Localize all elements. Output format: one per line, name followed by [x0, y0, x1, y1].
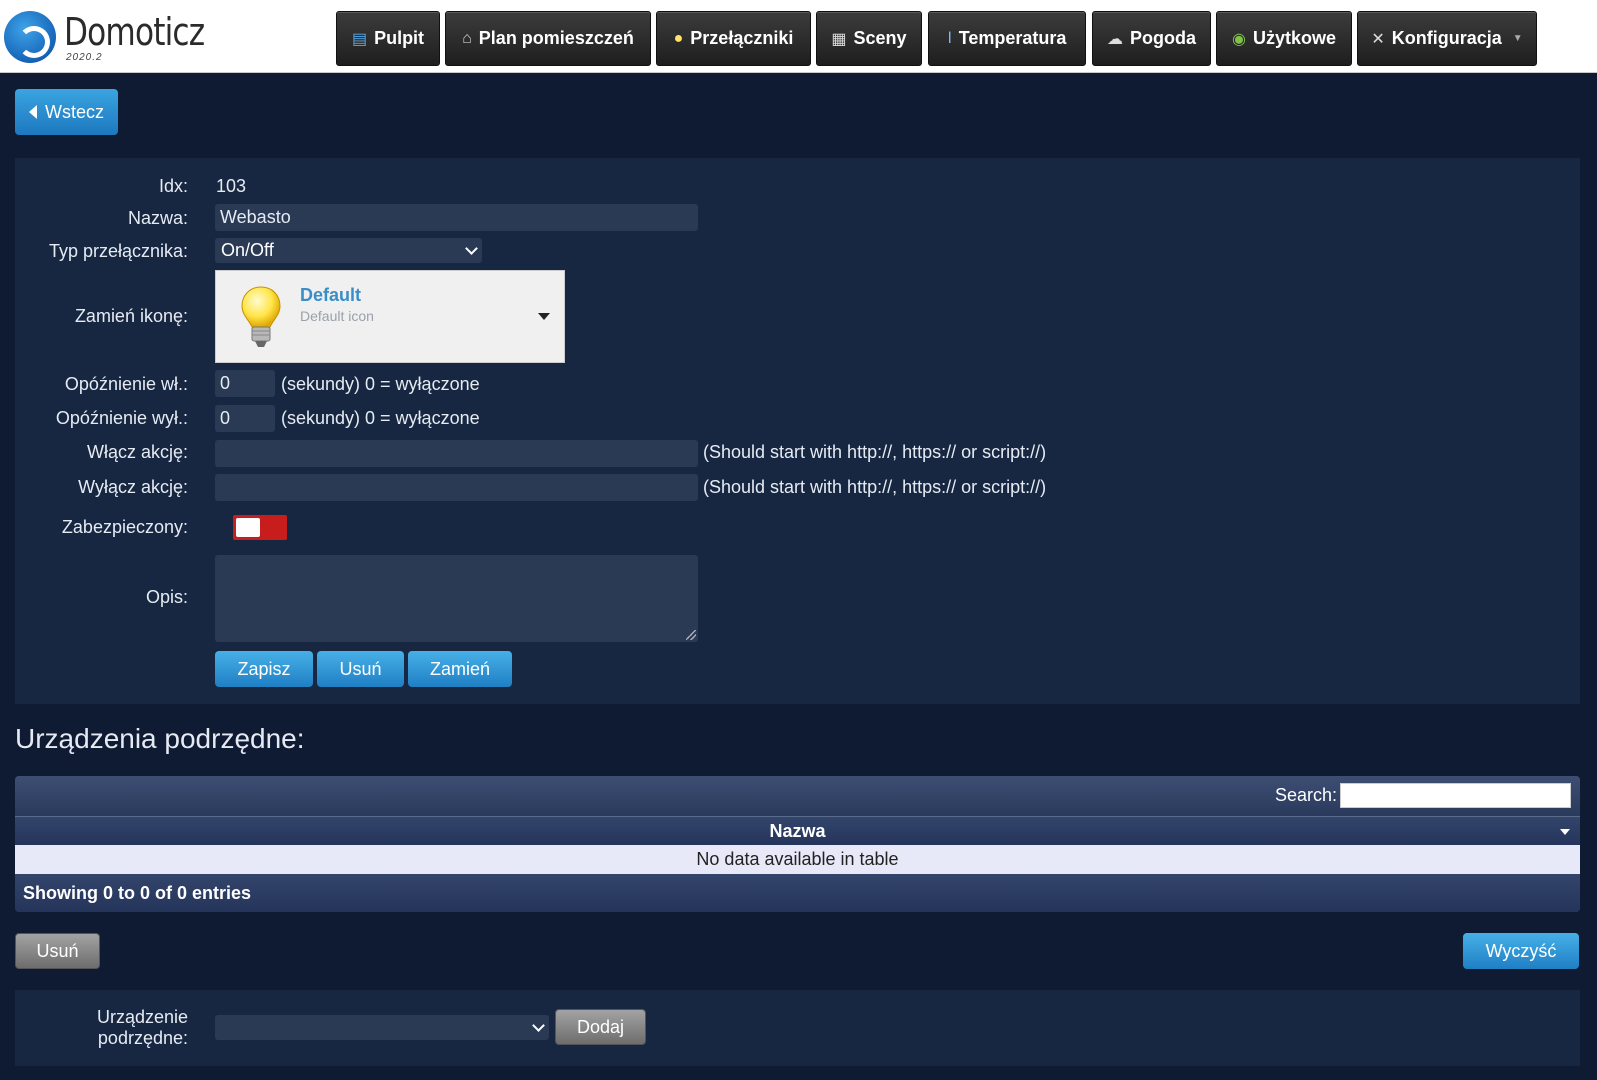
- on-delay-label: Opóźnienie wł.:: [64, 374, 188, 394]
- nav-label: Przełączniki: [690, 28, 794, 48]
- resize-handle-icon[interactable]: [686, 630, 696, 640]
- subdevice-label: Urządzenie podrzędne:: [97, 1007, 188, 1049]
- thermometer-icon: ǀ: [947, 29, 952, 47]
- clear-button[interactable]: Wyczyść: [1463, 933, 1579, 969]
- nav-label: Temperatura: [958, 28, 1067, 48]
- subdevices-table: Search: Nazwa No data available in table…: [15, 776, 1580, 912]
- nav-temperature[interactable]: ǀ Temperatura: [928, 11, 1086, 66]
- nav-label: Użytkowe: [1252, 28, 1336, 48]
- icon-picker[interactable]: Default Default icon: [215, 270, 565, 363]
- switch-type-label: Typ przełącznika:: [48, 241, 188, 261]
- idx-value: 103: [216, 176, 247, 196]
- on-action-label: Włącz akcję:: [86, 442, 188, 462]
- search-label: Search:: [1274, 785, 1337, 805]
- search-input[interactable]: [1340, 783, 1571, 808]
- app-name: Domoticz: [64, 10, 205, 54]
- replace-button[interactable]: Zamień: [408, 651, 512, 687]
- tools-icon: ✕: [1371, 30, 1385, 48]
- nav-label: Pogoda: [1130, 28, 1196, 48]
- nav-configuration[interactable]: ✕ Konfiguracja ▼: [1357, 11, 1537, 66]
- table-toolbar: Search:: [15, 776, 1580, 816]
- switch-type-value: On/Off: [221, 240, 274, 260]
- back-label: Wstecz: [44, 101, 104, 122]
- dashboard-icon: ▤: [351, 30, 368, 48]
- top-header: Domoticz 2020.2 ▤ Pulpit ⌂ Plan pomieszc…: [0, 0, 1597, 73]
- subdevice-label-line2: podrzędne:: [97, 1028, 188, 1048]
- name-label: Nazwa:: [127, 208, 188, 228]
- sort-icon: [1560, 829, 1570, 835]
- nav-scenes[interactable]: ▦ Sceny: [816, 11, 922, 66]
- off-action-input[interactable]: [215, 474, 698, 501]
- nav-label: Konfiguracja: [1391, 28, 1502, 48]
- chevron-down-icon: [465, 241, 478, 255]
- icon-label: Zamień ikonę:: [74, 306, 188, 326]
- protected-label: Zabezpieczony:: [61, 517, 188, 537]
- off-delay-hint: (sekundy) 0 = wyłączone: [281, 408, 480, 428]
- nav-utility[interactable]: ◉ Użytkowe: [1216, 11, 1352, 66]
- lightbulb-icon: [241, 286, 281, 347]
- on-action-hint: (Should start with http://, https:// or …: [703, 442, 1047, 462]
- nav-label: Pulpit: [374, 28, 425, 48]
- chevron-down-icon: ▼: [1512, 33, 1523, 44]
- off-action-hint: (Should start with http://, https:// or …: [703, 477, 1047, 497]
- off-action-label: Wyłącz akcję:: [78, 477, 188, 497]
- column-header-label: Nazwa: [769, 821, 826, 841]
- nav-pulpit[interactable]: ▤ Pulpit: [336, 11, 440, 66]
- back-button[interactable]: Wstecz: [15, 89, 118, 135]
- protected-toggle[interactable]: [233, 515, 287, 540]
- empty-table-row: No data available in table: [15, 845, 1580, 874]
- name-input[interactable]: Webasto: [215, 204, 698, 231]
- on-delay-hint: (sekundy) 0 = wyłączone: [281, 374, 480, 394]
- subdevices-title: Urządzenia podrzędne:: [15, 723, 305, 754]
- delete-button[interactable]: Usuń: [317, 651, 404, 687]
- chevron-left-icon: [28, 105, 37, 119]
- description-textarea[interactable]: [215, 555, 698, 642]
- app-version: 2020.2: [66, 52, 103, 63]
- idx-label: Idx:: [158, 176, 188, 196]
- toggle-knob: [236, 518, 260, 537]
- switch-type-select[interactable]: On/Off: [215, 238, 482, 263]
- subdevice-select[interactable]: [215, 1015, 549, 1040]
- add-button[interactable]: Dodaj: [555, 1009, 646, 1045]
- nav-plan[interactable]: ⌂ Plan pomieszczeń: [445, 11, 651, 66]
- globe-icon: ◉: [1232, 30, 1246, 48]
- description-label: Opis:: [145, 587, 188, 607]
- icon-subtitle: Default icon: [300, 308, 374, 324]
- nav-switches[interactable]: ● Przełączniki: [656, 11, 811, 66]
- column-header-name[interactable]: Nazwa: [15, 816, 1580, 845]
- cloud-icon: ☁: [1107, 30, 1123, 48]
- on-action-input[interactable]: [215, 440, 698, 467]
- icon-title: Default: [300, 285, 362, 305]
- nav-label: Sceny: [853, 28, 907, 48]
- clapper-icon: ▦: [831, 30, 847, 48]
- off-delay-label: Opóźnienie wył.:: [55, 408, 188, 428]
- table-info: Showing 0 to 0 of 0 entries: [15, 874, 1580, 912]
- off-delay-input[interactable]: 0: [215, 405, 275, 432]
- nav-weather[interactable]: ☁ Pogoda: [1092, 11, 1211, 66]
- on-delay-input[interactable]: 0: [215, 370, 275, 397]
- subdevice-delete-button[interactable]: Usuń: [15, 933, 100, 969]
- chevron-down-icon: [532, 1018, 545, 1032]
- subdevice-label-line1: Urządzenie: [96, 1007, 188, 1027]
- bulb-icon: ●: [673, 29, 684, 47]
- save-button[interactable]: Zapisz: [215, 651, 313, 687]
- nav-label: Plan pomieszczeń: [478, 28, 634, 48]
- domoticz-logo-icon: [4, 11, 56, 63]
- house-icon: ⌂: [462, 29, 472, 47]
- caret-down-icon: [538, 313, 550, 320]
